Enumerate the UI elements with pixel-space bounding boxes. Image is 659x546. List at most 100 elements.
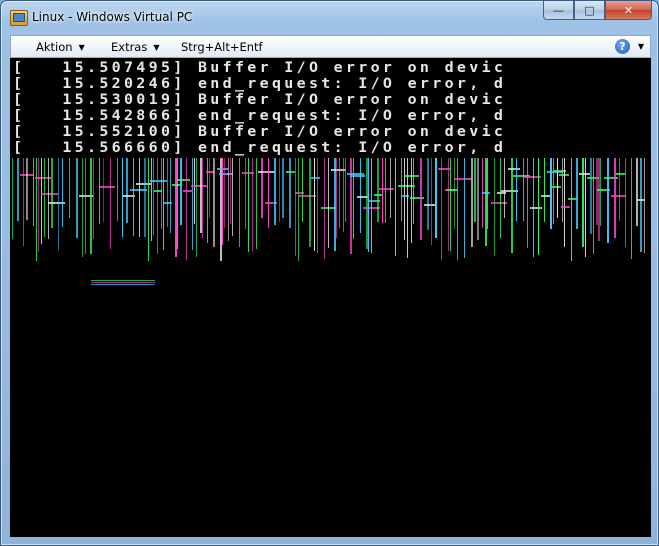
corruption-streak bbox=[17, 158, 19, 221]
console-line: [ 15.530019] Buffer I/O error on devic bbox=[13, 91, 507, 108]
corruption-dash bbox=[611, 195, 626, 197]
corruption-streak bbox=[511, 158, 513, 253]
corruption-streak bbox=[596, 158, 598, 225]
minimize-button[interactable]: — bbox=[543, 1, 574, 20]
menu-aktion[interactable]: Aktion ▼ bbox=[36, 40, 85, 54]
corruption-streak bbox=[279, 158, 280, 222]
corruption-streak bbox=[110, 158, 111, 249]
corruption-line bbox=[91, 280, 155, 281]
corruption-dash bbox=[177, 179, 190, 181]
corruption-streak bbox=[261, 158, 263, 218]
corruption-streak bbox=[644, 158, 645, 253]
corruption-streak bbox=[170, 158, 171, 233]
corruption-streak bbox=[457, 158, 458, 260]
corruption-dash bbox=[550, 186, 561, 188]
corruption-streak bbox=[139, 158, 140, 237]
corruption-streak bbox=[117, 158, 118, 221]
corruption-streak bbox=[593, 158, 594, 254]
corruption-streak bbox=[527, 158, 528, 248]
corruption-streak bbox=[538, 158, 539, 255]
corruption-streak bbox=[523, 158, 524, 221]
menu-extras[interactable]: Extras ▼ bbox=[111, 40, 160, 54]
console-line: [ 15.520246] end_request: I/O error, d bbox=[13, 75, 507, 92]
corruption-dash bbox=[183, 190, 192, 192]
corruption-streak bbox=[564, 158, 565, 247]
corruption-streak bbox=[58, 158, 59, 250]
corruption-streak bbox=[209, 158, 210, 218]
corruption-streak bbox=[309, 158, 311, 247]
corruption-dash bbox=[501, 190, 518, 192]
corruption-streak bbox=[350, 158, 352, 254]
corruption-streak bbox=[504, 158, 505, 218]
corruption-streak bbox=[207, 158, 208, 243]
chevron-down-icon: ▼ bbox=[78, 42, 85, 52]
corruption-dash bbox=[172, 184, 180, 186]
corruption-streak bbox=[99, 158, 100, 224]
corruption-streak bbox=[636, 158, 638, 226]
corruption-streak bbox=[640, 158, 642, 252]
corruption-streak bbox=[401, 158, 402, 221]
corruption-streak bbox=[26, 158, 28, 220]
corruption-streak bbox=[571, 158, 572, 261]
corruption-dash bbox=[561, 206, 570, 208]
minimize-icon: — bbox=[553, 3, 564, 17]
corruption-dash bbox=[398, 185, 415, 187]
vm-console-screen[interactable]: [ 15.507495] Buffer I/O error on devic [… bbox=[10, 58, 651, 537]
corruption-streak bbox=[133, 158, 134, 236]
corruption-streak bbox=[85, 158, 86, 254]
corruption-streak bbox=[122, 158, 123, 237]
corruption-streak bbox=[450, 158, 451, 251]
corruption-streak bbox=[334, 158, 336, 251]
console-line: [ 15.566660] end_request: I/O error, d bbox=[13, 139, 507, 156]
corruption-streak bbox=[336, 158, 337, 238]
corruption-dash bbox=[206, 171, 214, 173]
corruption-streak bbox=[200, 158, 202, 233]
corruption-dash bbox=[299, 195, 316, 197]
corruption-streak bbox=[38, 158, 39, 252]
corruption-dash bbox=[100, 186, 115, 188]
corruption-dash bbox=[579, 173, 590, 175]
corruption-streak bbox=[245, 158, 246, 229]
corruption-dash bbox=[508, 168, 520, 170]
corruption-streak bbox=[395, 158, 396, 256]
corruption-streak bbox=[222, 158, 223, 245]
corruption-streak bbox=[224, 158, 225, 228]
corruption-streak bbox=[48, 158, 49, 239]
corruption-streak bbox=[576, 158, 578, 229]
corruption-line bbox=[91, 284, 155, 285]
maximize-button[interactable]: □ bbox=[574, 1, 605, 20]
virtual-pc-app-icon bbox=[10, 10, 28, 26]
title-bar[interactable]: Linux - Windows Virtual PC — □ ✕ bbox=[1, 1, 658, 33]
corruption-streak bbox=[343, 158, 344, 232]
corruption-streak bbox=[353, 158, 354, 239]
corruption-streak bbox=[239, 158, 240, 247]
close-button[interactable]: ✕ bbox=[605, 1, 652, 20]
menu-ctrl-alt-del[interactable]: Strg+Alt+Entf bbox=[181, 40, 263, 54]
corruption-streak bbox=[390, 158, 391, 218]
question-mark-icon[interactable]: ? bbox=[615, 39, 630, 54]
corruption-streak bbox=[464, 158, 465, 258]
corruption-streak bbox=[186, 158, 187, 260]
corruption-streak bbox=[550, 158, 552, 229]
corruption-streak bbox=[256, 158, 257, 249]
corruption-streak bbox=[274, 158, 276, 225]
chevron-down-icon[interactable]: ▼ bbox=[638, 42, 644, 51]
corruption-dash bbox=[454, 178, 471, 180]
corruption-streak bbox=[431, 158, 432, 245]
corruption-streak bbox=[474, 158, 476, 222]
corruption-streak bbox=[157, 158, 158, 254]
corruption-streak bbox=[494, 158, 495, 256]
corruption-streak bbox=[377, 158, 379, 222]
corruption-streak bbox=[90, 158, 92, 254]
corruption-streak bbox=[317, 158, 318, 253]
window-title: Linux - Windows Virtual PC bbox=[32, 10, 193, 24]
corruption-streak bbox=[148, 158, 149, 261]
corruption-streak bbox=[600, 158, 601, 226]
corruption-dash bbox=[350, 175, 365, 177]
corruption-streak bbox=[126, 158, 128, 223]
corruption-streak bbox=[619, 158, 620, 221]
corruption-streak bbox=[471, 158, 473, 247]
corruption-dash bbox=[347, 173, 364, 175]
corruption-streak bbox=[631, 158, 632, 259]
corruption-streak bbox=[202, 158, 203, 238]
